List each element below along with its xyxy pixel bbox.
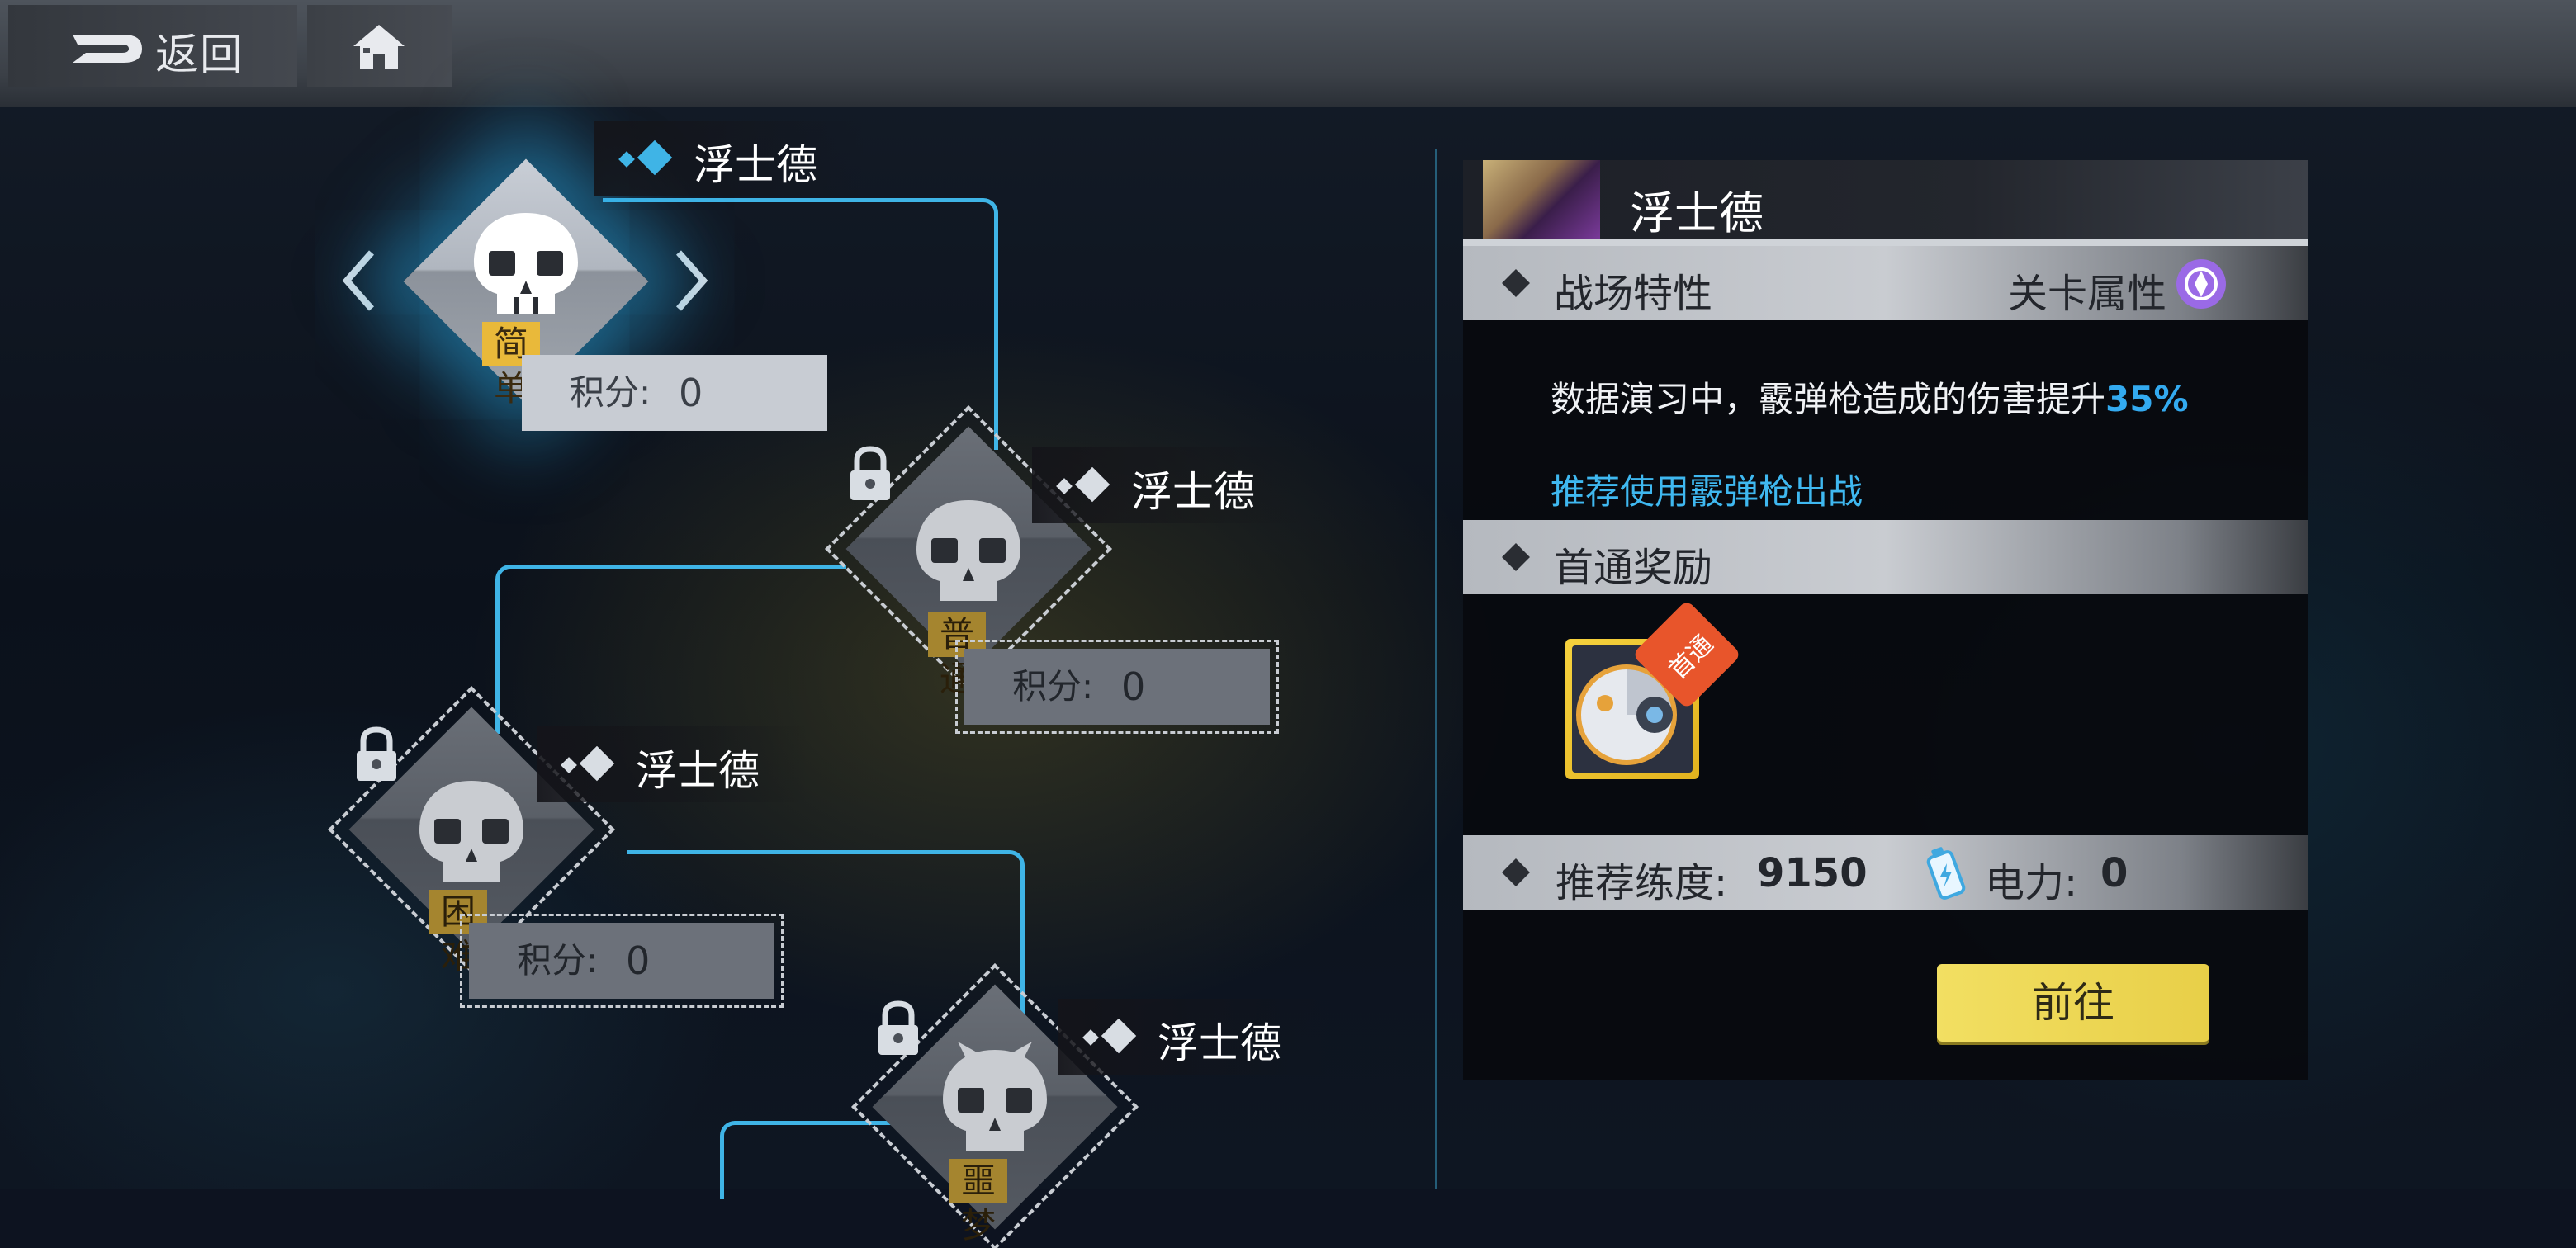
stage-name-tag: 浮士德 xyxy=(594,121,867,196)
boss-avatar xyxy=(1483,160,1600,239)
score-label: 积分: xyxy=(517,940,599,981)
stage-name: 浮士德 xyxy=(694,141,817,189)
stage-attribute-icon[interactable] xyxy=(2175,258,2228,310)
back-arrow-icon xyxy=(73,35,142,63)
reward-section: 首通奖励 xyxy=(1463,520,2308,594)
score-box: 积分: 0 xyxy=(522,355,827,431)
bullet-icon xyxy=(1502,858,1530,886)
diamond-gem-icon xyxy=(561,746,615,782)
stage-name-tag: 浮士德 xyxy=(537,726,809,802)
description-highlight: 35% xyxy=(2105,379,2189,419)
skull-icon xyxy=(474,213,578,314)
recommended-level-label: 推荐练度: xyxy=(1556,860,1728,906)
score-box: 积分: 0 xyxy=(955,640,1279,734)
diamond-gem-icon xyxy=(1056,467,1110,503)
stage-name-tag: 浮士德 xyxy=(1032,447,1305,523)
lock-icon xyxy=(878,1000,918,1055)
back-label: 返回 xyxy=(155,31,245,80)
score-box: 积分: 0 xyxy=(460,914,784,1008)
lock-icon xyxy=(850,446,890,500)
path-line xyxy=(720,1121,906,1199)
bullet-icon xyxy=(1502,543,1530,571)
divider xyxy=(1435,149,1437,1189)
battery-icon xyxy=(1926,847,1966,900)
back-button[interactable]: 返回 xyxy=(8,5,297,87)
skull-icon xyxy=(419,781,523,882)
stage-name: 浮士德 xyxy=(1131,468,1255,516)
difficulty-tag: 噩梦 xyxy=(949,1159,1008,1246)
path-line xyxy=(495,565,846,734)
score-value: 0 xyxy=(679,371,703,415)
stage-detail-panel: 浮士德 战场特性 关卡属性 数据演习中，霰弹枪造成的伤害提升35% 推荐使用霰弹… xyxy=(1463,160,2308,1080)
top-bar: 返回 xyxy=(0,0,2576,107)
home-icon xyxy=(353,25,405,69)
stage-name: 浮士德 xyxy=(636,747,760,795)
stage-name-tag: 浮士德 xyxy=(1058,999,1331,1075)
reward-item[interactable]: 首通 xyxy=(1565,599,1742,779)
score-label: 积分: xyxy=(570,372,651,413)
battlefield-section: 战场特性 关卡属性 xyxy=(1463,246,2308,320)
diamond-gem-icon xyxy=(618,140,673,176)
power-label: 电力: xyxy=(1985,860,2078,906)
stats-section: 推荐练度: 9150 电力: 0 xyxy=(1463,835,2308,910)
score-label: 积分: xyxy=(1012,666,1094,707)
lock-icon xyxy=(357,726,396,781)
chevron-right-icon[interactable] xyxy=(670,248,712,314)
description-text: 数据演习中，霰弹枪造成的伤害提升 xyxy=(1551,379,2106,419)
battlefield-description: 数据演习中，霰弹枪造成的伤害提升35% xyxy=(1551,371,2189,422)
home-button[interactable] xyxy=(307,5,452,87)
recommend-text: 推荐使用霰弹枪出战 xyxy=(1551,471,1863,512)
power-value: 0 xyxy=(2100,850,2129,896)
skull-icon xyxy=(943,1042,1047,1151)
panel-header: 浮士德 xyxy=(1463,160,2308,246)
diamond-gem-icon xyxy=(1082,1019,1137,1054)
battlefield-label: 战场特性 xyxy=(1554,271,1713,317)
reward-label: 首通奖励 xyxy=(1554,545,1713,591)
stage-attr-label: 关卡属性 xyxy=(2008,271,2167,317)
score-value: 0 xyxy=(626,938,651,983)
bullet-icon xyxy=(1502,269,1530,297)
recommended-level-value: 9150 xyxy=(1757,850,1868,896)
go-button[interactable]: 前往 xyxy=(1937,964,2209,1042)
skull-icon xyxy=(916,500,1020,601)
chevron-left-icon[interactable] xyxy=(339,248,380,314)
score-value: 0 xyxy=(1121,664,1146,709)
stage-name: 浮士德 xyxy=(1158,1019,1281,1067)
panel-title: 浮士德 xyxy=(1630,187,1764,239)
